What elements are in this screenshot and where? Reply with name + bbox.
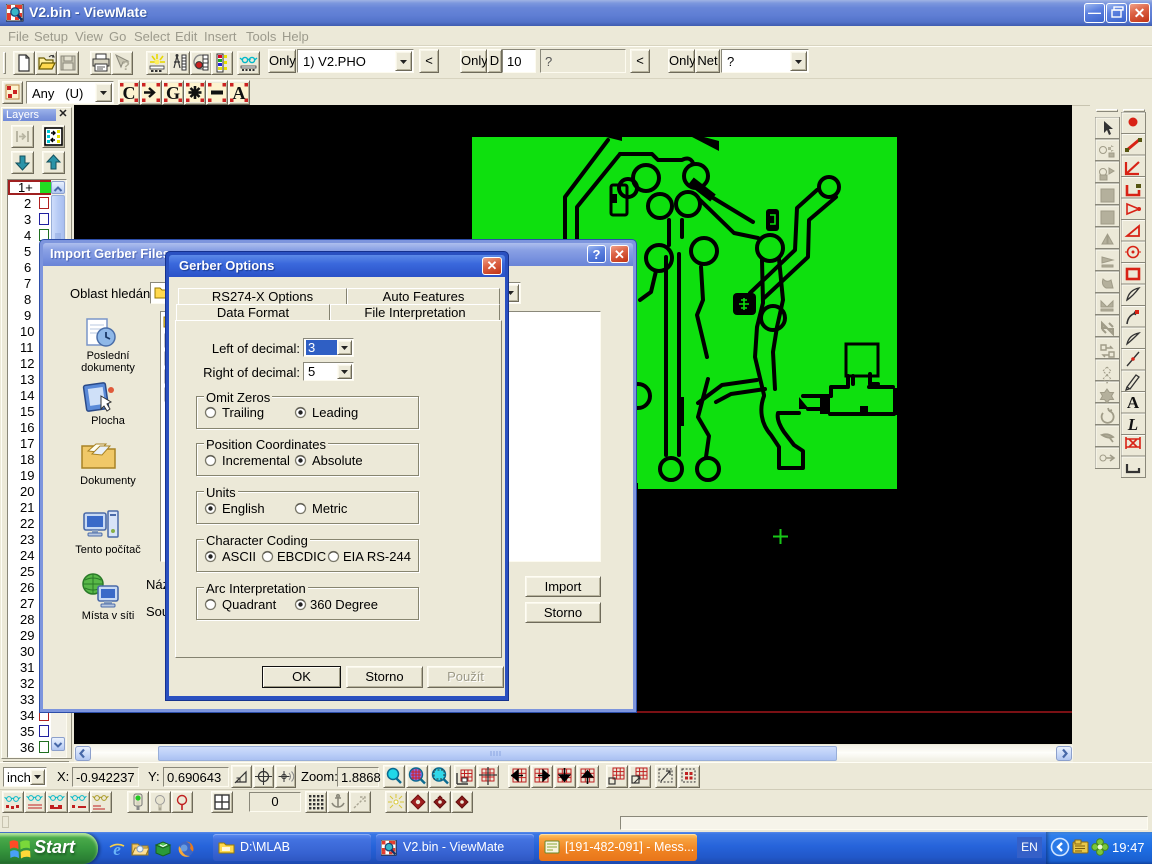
svg-text:A: A	[233, 83, 246, 103]
svg-text:L: L	[1127, 415, 1138, 434]
svg-text:C: C	[123, 83, 136, 103]
svg-text:e: e	[113, 840, 121, 858]
svg-text:A: A	[1127, 393, 1140, 412]
svg-text:G: G	[166, 83, 180, 103]
svg-text:?: ?	[122, 58, 130, 73]
